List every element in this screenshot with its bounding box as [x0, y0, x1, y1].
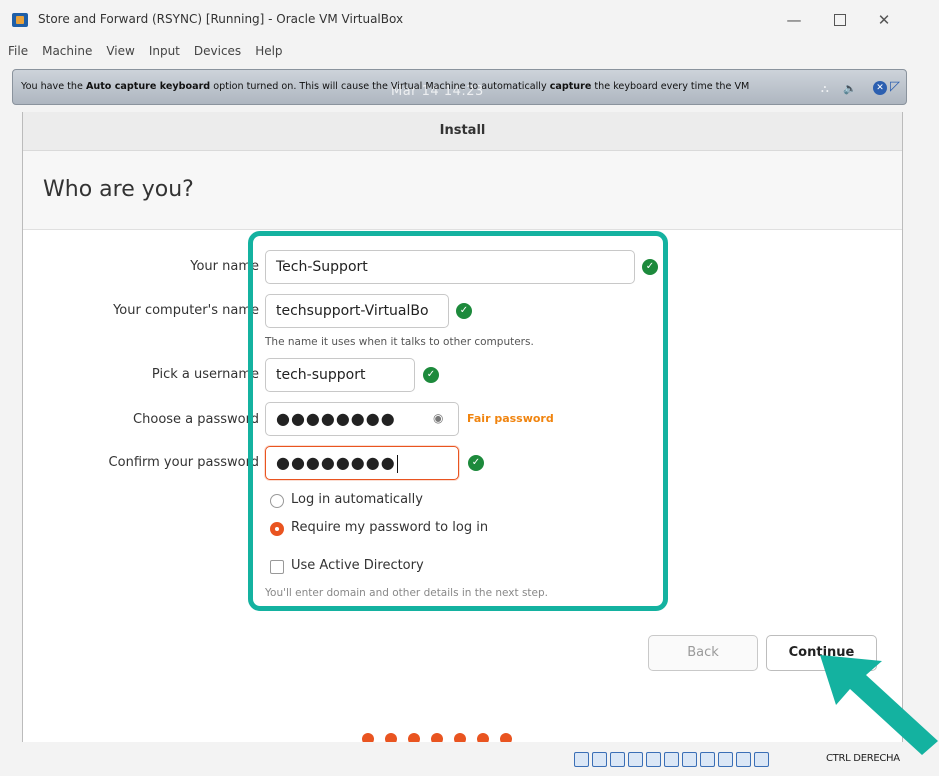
username-label: Pick a username	[151, 367, 259, 382]
notice-text-part: You have the	[21, 81, 86, 92]
menu-file[interactable]: File	[8, 44, 28, 64]
name-input[interactable]: Tech-Support	[265, 250, 635, 284]
require-password-radio[interactable]	[270, 522, 284, 536]
usb-icon[interactable]	[646, 752, 661, 767]
computer-name-hint: The name it uses when it talks to other …	[265, 336, 534, 348]
minimize-icon: —	[786, 11, 802, 29]
display-icon[interactable]	[682, 752, 697, 767]
menu-help[interactable]: Help	[255, 44, 282, 64]
confirm-valid-icon: ✓	[468, 455, 484, 471]
recording-icon[interactable]	[700, 752, 715, 767]
audio-icon[interactable]	[610, 752, 625, 767]
window-titlebar: Store and Forward (RSYNC) [Running] - Or…	[0, 0, 939, 40]
notice-bold-capture: capture	[549, 81, 592, 92]
name-valid-icon: ✓	[642, 259, 658, 275]
active-directory-label[interactable]: Use Active Directory	[291, 558, 424, 573]
confirm-password-input[interactable]: ●●●●●●●●	[265, 446, 459, 480]
maximize-icon	[834, 14, 846, 26]
virtualbox-icon	[12, 13, 28, 27]
cpu-icon[interactable]	[718, 752, 733, 767]
optical-drive-icon[interactable]	[592, 752, 607, 767]
menu-view[interactable]: View	[106, 44, 134, 64]
show-password-eye-icon[interactable]: ◉	[433, 411, 443, 425]
active-directory-checkbox[interactable]	[270, 560, 284, 574]
login-auto-radio[interactable]	[270, 494, 284, 508]
page-title: Who are you?	[43, 177, 194, 202]
active-directory-hint: You'll enter domain and other details in…	[265, 587, 549, 599]
menu-bar: File Machine View Input Devices Help	[0, 44, 283, 64]
dialog-header: Install	[23, 112, 902, 151]
auto-capture-notice: Mar 14 14:23 You have the Auto capture k…	[12, 69, 907, 105]
mouse-integration-icon[interactable]	[736, 752, 751, 767]
status-icons	[574, 752, 769, 767]
menu-machine[interactable]: Machine	[42, 44, 92, 64]
menu-devices[interactable]: Devices	[194, 44, 241, 64]
password-input[interactable]: ●●●●●●●●	[265, 402, 459, 436]
computer-name-valid-icon: ✓	[456, 303, 472, 319]
network-adapter-icon[interactable]	[628, 752, 643, 767]
close-button[interactable]: ✕	[864, 6, 904, 34]
notice-text-part: the keyboard every time the VM	[591, 81, 750, 92]
notice-hide-icon[interactable]: ◸	[890, 80, 904, 94]
shared-folders-icon[interactable]	[664, 752, 679, 767]
require-password-label[interactable]: Require my password to log in	[291, 520, 488, 535]
keyboard-capture-icon[interactable]	[754, 752, 769, 767]
computer-name-label: Your computer's name	[113, 303, 259, 318]
close-icon: ✕	[877, 11, 891, 29]
menu-input[interactable]: Input	[149, 44, 180, 64]
window-title: Store and Forward (RSYNC) [Running] - Or…	[38, 12, 404, 26]
notice-bold-option: Auto capture keyboard	[85, 81, 211, 92]
vm-status-bar	[0, 742, 939, 776]
username-input[interactable]: tech-support	[265, 358, 415, 392]
username-valid-icon: ✓	[423, 367, 439, 383]
notice-text: You have the Auto capture keyboard optio…	[21, 81, 749, 92]
network-icon: ⛬	[821, 82, 829, 95]
notice-close-icon[interactable]: ✕	[873, 81, 887, 95]
password-strength: Fair password	[467, 412, 554, 425]
maximize-button[interactable]	[820, 6, 860, 34]
login-auto-label[interactable]: Log in automatically	[291, 492, 423, 507]
pointer-arrow-icon	[820, 655, 938, 755]
notice-text-part: option turned on. This will cause the Vi…	[210, 81, 550, 92]
volume-icon: 🔈	[843, 82, 857, 95]
password-label: Choose a password	[133, 412, 259, 427]
computer-name-input[interactable]: techsupport-VirtualBo	[265, 294, 449, 328]
minimize-button[interactable]: —	[774, 6, 814, 34]
text-caret	[396, 454, 398, 473]
confirm-password-label: Confirm your password	[108, 455, 259, 470]
back-button[interactable]: Back	[648, 635, 758, 671]
name-label: Your name	[190, 259, 259, 274]
hard-disk-icon[interactable]	[574, 752, 589, 767]
title-area: Who are you?	[23, 151, 902, 230]
confirm-password-value: ●●●●●●●●	[276, 453, 396, 472]
